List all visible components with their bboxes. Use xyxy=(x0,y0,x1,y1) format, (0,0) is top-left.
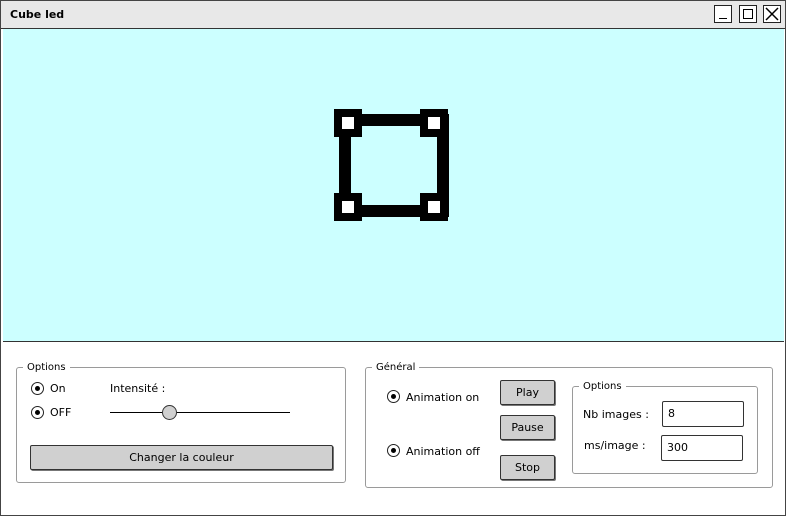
change-color-button[interactable]: Changer la couleur xyxy=(30,445,333,470)
intensity-slider-track[interactable] xyxy=(110,412,290,413)
general-legend: Général xyxy=(372,361,420,374)
stop-button-label: Stop xyxy=(514,461,540,474)
close-icon[interactable] xyxy=(763,5,781,23)
title-bar: Cube led xyxy=(1,1,785,29)
radio-on-label: On xyxy=(50,382,66,395)
radio-animation-on[interactable] xyxy=(387,390,400,403)
stop-button[interactable]: Stop xyxy=(500,455,555,480)
general-group: Général Animation on Animation off Play … xyxy=(365,361,773,488)
animation-options-legend: Options xyxy=(579,380,626,393)
ms-image-value: 300 xyxy=(667,441,688,454)
animation-on-label: Animation on xyxy=(406,391,480,404)
radio-off[interactable] xyxy=(31,406,44,419)
nb-images-label: Nb images : xyxy=(583,408,649,421)
window-title: Cube led xyxy=(10,8,65,21)
radio-animation-off[interactable] xyxy=(387,444,400,457)
minimize-icon[interactable] xyxy=(714,5,732,23)
cube-square-icon xyxy=(334,109,449,221)
radio-on[interactable] xyxy=(31,382,44,395)
play-button-label: Play xyxy=(516,386,539,399)
cube-canvas[interactable] xyxy=(3,29,784,342)
animation-off-label: Animation off xyxy=(406,445,480,458)
app-window: Cube led Options On OFF Intensité : Chan… xyxy=(0,0,786,516)
pause-button[interactable]: Pause xyxy=(500,415,555,440)
ms-image-label: ms/image : xyxy=(584,439,646,452)
options-group: Options On OFF Intensité : Changer la co… xyxy=(16,361,346,483)
play-button[interactable]: Play xyxy=(500,380,555,405)
radio-off-label: OFF xyxy=(50,406,72,419)
change-color-button-label: Changer la couleur xyxy=(129,451,234,464)
options-legend: Options xyxy=(23,361,70,374)
pause-button-label: Pause xyxy=(511,421,544,434)
animation-options-group: Options Nb images : 8 ms/image : 300 xyxy=(572,380,758,474)
intensity-slider-thumb[interactable] xyxy=(161,405,177,420)
nb-images-input[interactable]: 8 xyxy=(662,401,744,427)
intensity-label: Intensité : xyxy=(110,382,166,395)
maximize-icon[interactable] xyxy=(739,5,757,23)
nb-images-value: 8 xyxy=(668,407,675,420)
ms-image-input[interactable]: 300 xyxy=(661,435,743,461)
